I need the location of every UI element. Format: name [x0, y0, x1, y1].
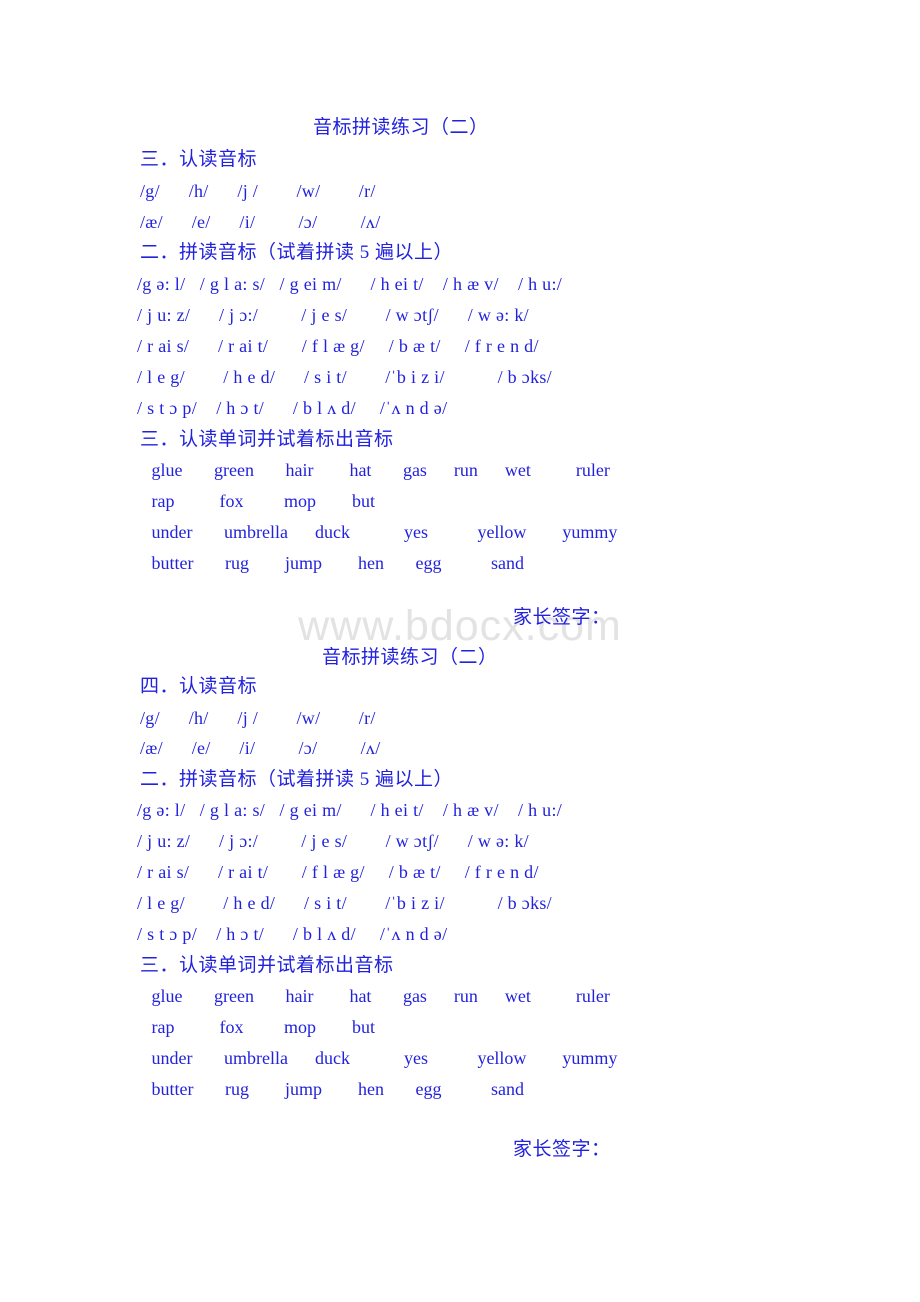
watermark-text: www.bdocx.com	[298, 602, 622, 650]
word-row: rap fox mop but	[147, 1017, 375, 1037]
word-row: glue green hair hat gas run wet ruler	[147, 986, 610, 1006]
word-row: glue green hair hat gas run wet ruler	[147, 460, 610, 480]
section-heading-spell-symbols: 二．拼读音标（试着拼读 5 遍以上）	[140, 769, 454, 790]
word-row: rap fox mop but	[147, 491, 375, 511]
symbol-row: /g/ /h/ /j / /w/ /r/	[140, 181, 376, 201]
section-heading-recognize-symbols: 三．认读音标	[140, 149, 258, 170]
section-heading-spell-symbols: 二．拼读音标（试着拼读 5 遍以上）	[140, 242, 454, 263]
ipa-row: /g ə: l/ / g l a: s/ / g ei m/ / h ei t/…	[137, 274, 563, 294]
section-heading-read-words: 三．认读单词并试着标出音标	[140, 429, 394, 450]
parent-signature-label: 家长签字：	[513, 607, 611, 628]
parent-signature-label: 家长签字：	[513, 1139, 611, 1160]
ipa-row: / j u: z/ / j ɔ:/ / j e s/ / w ɔtʃ/ / w …	[137, 305, 529, 325]
symbol-row: /g/ /h/ /j / /w/ /r/	[140, 708, 376, 728]
document-page: www.bdocx.com 音标拼读练习（二） 三．认读音标 /g/ /h/ /…	[0, 0, 920, 1302]
symbol-row: /æ/ /e/ /i/ /ɔ/ /ʌ/	[140, 212, 381, 232]
ipa-row: / r ai s/ / r ai t/ / f l æ g/ / b æ t/ …	[137, 336, 539, 356]
section-heading-recognize-symbols: 四．认读音标	[140, 676, 258, 697]
ipa-row: / l e g/ / h e d/ / s i t/ /ˈb i z i/ / …	[137, 367, 552, 387]
ipa-row: / l e g/ / h e d/ / s i t/ /ˈb i z i/ / …	[137, 893, 552, 913]
word-row: under umbrella duck yes yellow yummy	[147, 522, 618, 542]
ipa-row: /g ə: l/ / g l a: s/ / g ei m/ / h ei t/…	[137, 800, 563, 820]
ipa-row: / s t ɔ p/ / h ɔ t/ / b l ʌ d/ /ˈʌ n d ə…	[137, 924, 448, 944]
ipa-row: / r ai s/ / r ai t/ / f l æ g/ / b æ t/ …	[137, 862, 539, 882]
symbol-row: /æ/ /e/ /i/ /ɔ/ /ʌ/	[140, 738, 381, 758]
word-row: butter rug jump hen egg sand	[147, 1079, 524, 1099]
page-title: 音标拼读练习（二）	[322, 647, 498, 668]
ipa-row: / s t ɔ p/ / h ɔ t/ / b l ʌ d/ /ˈʌ n d ə…	[137, 398, 448, 418]
word-row: under umbrella duck yes yellow yummy	[147, 1048, 618, 1068]
section-heading-read-words: 三．认读单词并试着标出音标	[140, 955, 394, 976]
ipa-row: / j u: z/ / j ɔ:/ / j e s/ / w ɔtʃ/ / w …	[137, 831, 529, 851]
page-title: 音标拼读练习（二）	[313, 117, 489, 138]
word-row: butter rug jump hen egg sand	[147, 553, 524, 573]
